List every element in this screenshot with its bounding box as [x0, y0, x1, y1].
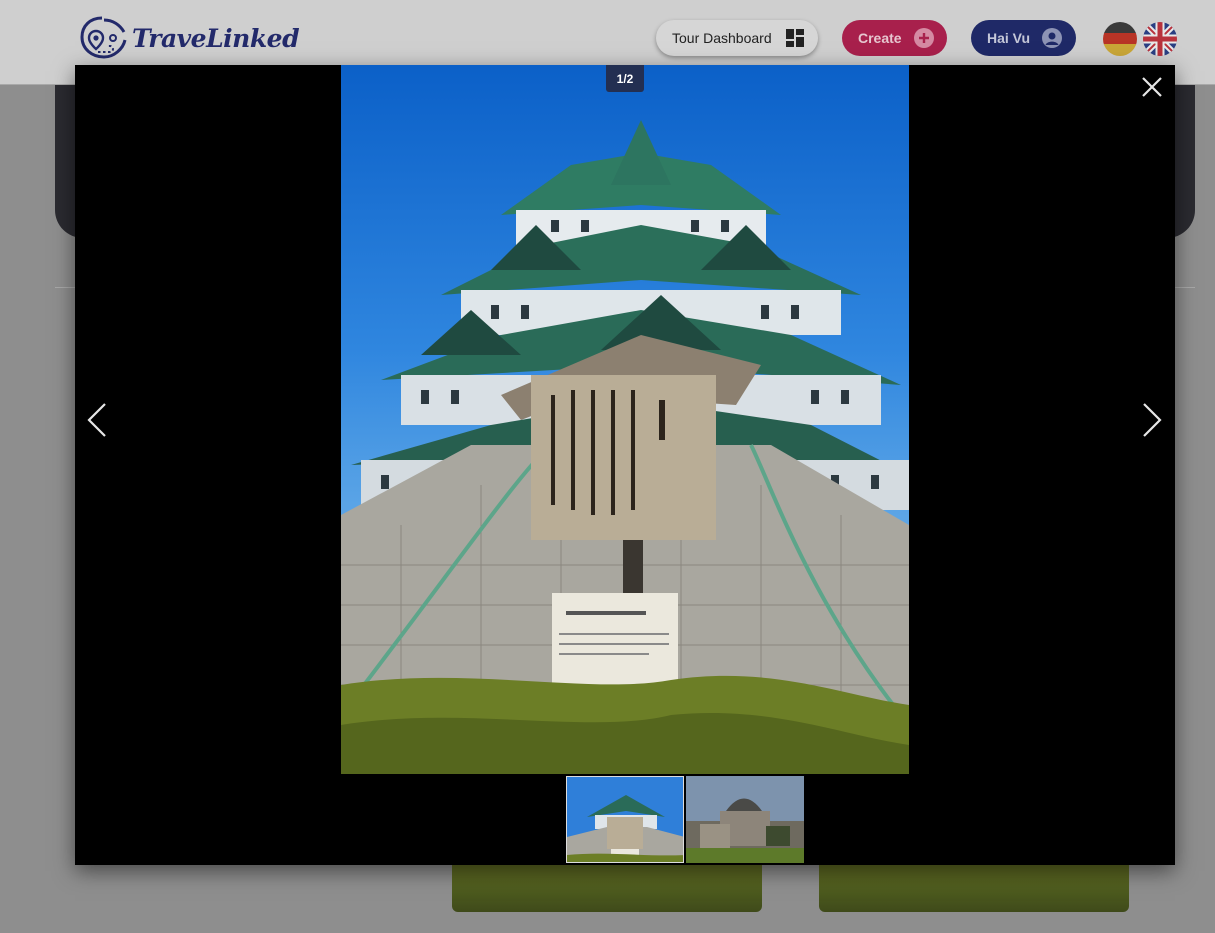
- create-button[interactable]: Create: [842, 20, 947, 56]
- user-name-label: Hai Vu: [987, 30, 1031, 46]
- user-circle-icon: [1042, 28, 1062, 48]
- close-lightbox-button[interactable]: [1140, 75, 1164, 99]
- map-pin-route-icon: [80, 16, 127, 59]
- tour-dashboard-label: Tour Dashboard: [672, 30, 772, 46]
- language-english-flag[interactable]: [1143, 22, 1177, 56]
- chevron-left-icon: [87, 403, 106, 437]
- user-menu-button[interactable]: Hai Vu: [971, 20, 1076, 56]
- plus-circle-icon: [914, 28, 934, 48]
- background-photo-card: [819, 864, 1129, 912]
- thumbnail-image-1[interactable]: [566, 776, 684, 863]
- image-lightbox: 1/2: [75, 65, 1175, 865]
- tour-dashboard-button[interactable]: Tour Dashboard: [656, 20, 818, 56]
- background-photo-card: [452, 864, 762, 912]
- dashboard-grid-icon: [786, 29, 804, 47]
- thumbnail-image-2[interactable]: [686, 776, 804, 863]
- previous-image-button[interactable]: [86, 402, 108, 438]
- lightbox-main-image: [341, 65, 909, 774]
- chevron-right-icon: [1143, 403, 1162, 437]
- image-counter: 1/2: [606, 65, 644, 92]
- next-image-button[interactable]: [1141, 402, 1163, 438]
- language-german-flag[interactable]: [1103, 22, 1137, 56]
- close-icon: [1142, 77, 1162, 97]
- create-label: Create: [858, 30, 902, 46]
- brand-name: TraveLinked: [132, 23, 300, 53]
- brand-logo[interactable]: TraveLinked: [80, 16, 300, 60]
